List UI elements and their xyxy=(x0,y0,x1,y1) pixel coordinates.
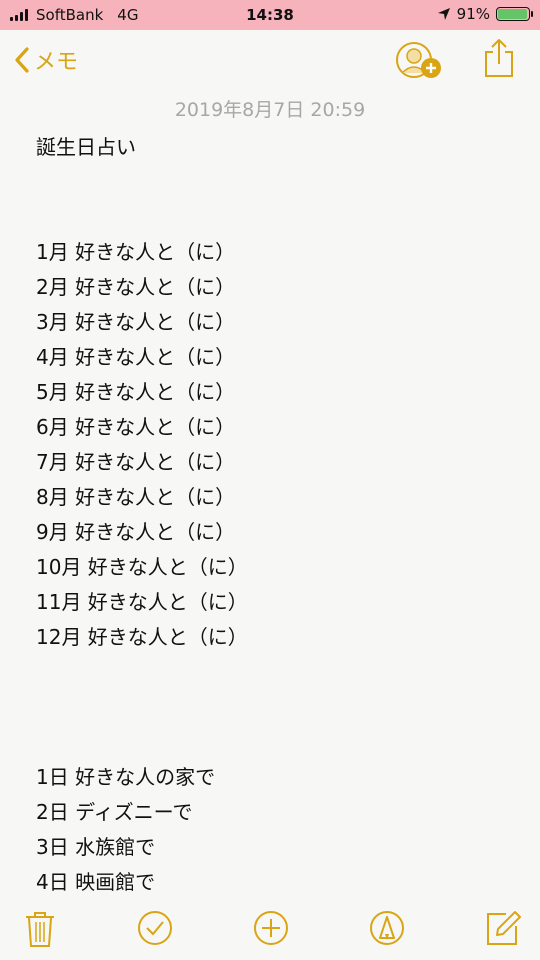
day-line: 4日 映画館で xyxy=(36,870,156,894)
nav-bar: メモ xyxy=(0,30,540,90)
location-icon xyxy=(437,8,450,20)
add-icon[interactable] xyxy=(253,910,289,946)
checklist-icon[interactable] xyxy=(137,910,173,946)
share-icon[interactable] xyxy=(482,38,516,78)
month-line: 5月 好きな人と（に） xyxy=(36,380,236,404)
month-line: 10月 好きな人と（に） xyxy=(36,555,248,579)
month-line: 3月 好きな人と（に） xyxy=(36,310,236,334)
month-line: 9月 好きな人と（に） xyxy=(36,520,236,544)
day-line: 2日 ディズニーで xyxy=(36,800,193,824)
month-line: 6月 好きな人と（に） xyxy=(36,415,236,439)
month-line: 7月 好きな人と（に） xyxy=(36,450,236,474)
month-line: 4月 好きな人と（に） xyxy=(36,345,236,369)
day-line: 3日 水族館で xyxy=(36,835,156,859)
month-line: 1月 好きな人と（に） xyxy=(36,240,236,264)
month-line: 11月 好きな人と（に） xyxy=(36,590,248,614)
month-line: 2月 好きな人と（に） xyxy=(36,275,236,299)
blank-lines xyxy=(36,165,516,235)
day-line: 1日 好きな人の家で xyxy=(36,765,216,789)
note-body[interactable]: 誕生日占い 1月 好きな人と（に） 2月 好きな人と（に） 3月 好きな人と（に… xyxy=(36,130,516,900)
back-button[interactable]: メモ xyxy=(14,44,78,76)
add-person-icon[interactable] xyxy=(396,42,444,82)
markup-icon[interactable] xyxy=(369,910,405,946)
note-date: 2019年8月7日 20:59 xyxy=(174,99,366,121)
bottom-toolbar xyxy=(0,898,540,960)
back-label: メモ xyxy=(34,50,79,75)
battery-icon xyxy=(496,7,533,21)
trash-icon[interactable] xyxy=(24,910,56,948)
status-bar: SoftBank 4G 14:38 91% xyxy=(0,0,540,30)
battery-percent: 91% xyxy=(456,5,490,23)
note-title: 誕生日占い xyxy=(36,135,136,159)
blank-lines xyxy=(36,655,516,760)
month-line: 12月 好きな人と（に） xyxy=(36,625,248,649)
compose-icon[interactable] xyxy=(484,910,522,946)
back-chevron-icon xyxy=(15,47,29,73)
month-line: 8月 好きな人と（に） xyxy=(36,485,236,509)
